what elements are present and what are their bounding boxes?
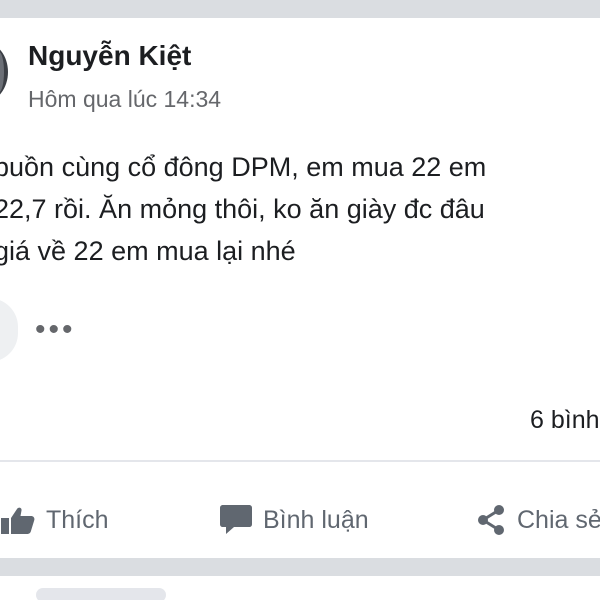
comment-count[interactable]: 6 bình (530, 406, 600, 435)
action-bar: Thích Bình luận Chia sẻ (0, 498, 600, 542)
like-label: Thích (46, 505, 109, 534)
like-button[interactable]: Thích (0, 498, 109, 542)
share-label: Chia sẻ (517, 505, 600, 534)
post-text-line: giá về 22 em mua lại nhé (0, 236, 296, 266)
author-name[interactable]: Nguyễn Kiệt (28, 40, 191, 72)
thumbs-up-icon (0, 505, 36, 535)
speech-bubble-icon (219, 504, 253, 536)
feed-viewport: Nguyễn Kiệt Hôm qua lúc 14:34 buồn cùng … (0, 0, 600, 600)
comment-label: Bình luận (263, 505, 369, 534)
next-post-author-placeholder (36, 588, 166, 600)
post-card: Nguyễn Kiệt Hôm qua lúc 14:34 buồn cùng … (0, 18, 600, 558)
post-text-line: buồn cùng cổ đông DPM, em mua 22 em (0, 152, 487, 182)
share-icon (475, 504, 507, 536)
author-avatar[interactable] (0, 42, 8, 102)
post-text-line: 22,7 rồi. Ăn mỏng thôi, ko ăn giày đc đâ… (0, 194, 485, 224)
next-post-card (0, 576, 600, 600)
more-dots-icon[interactable]: ••• (35, 315, 76, 345)
share-button[interactable]: Chia sẻ (475, 498, 600, 542)
comment-button[interactable]: Bình luận (219, 498, 369, 542)
divider (0, 460, 600, 462)
post-timestamp[interactable]: Hôm qua lúc 14:34 (28, 86, 221, 113)
reaction-chip[interactable] (0, 298, 18, 362)
post-text: buồn cùng cổ đông DPM, em mua 22 em 22,7… (0, 146, 600, 272)
